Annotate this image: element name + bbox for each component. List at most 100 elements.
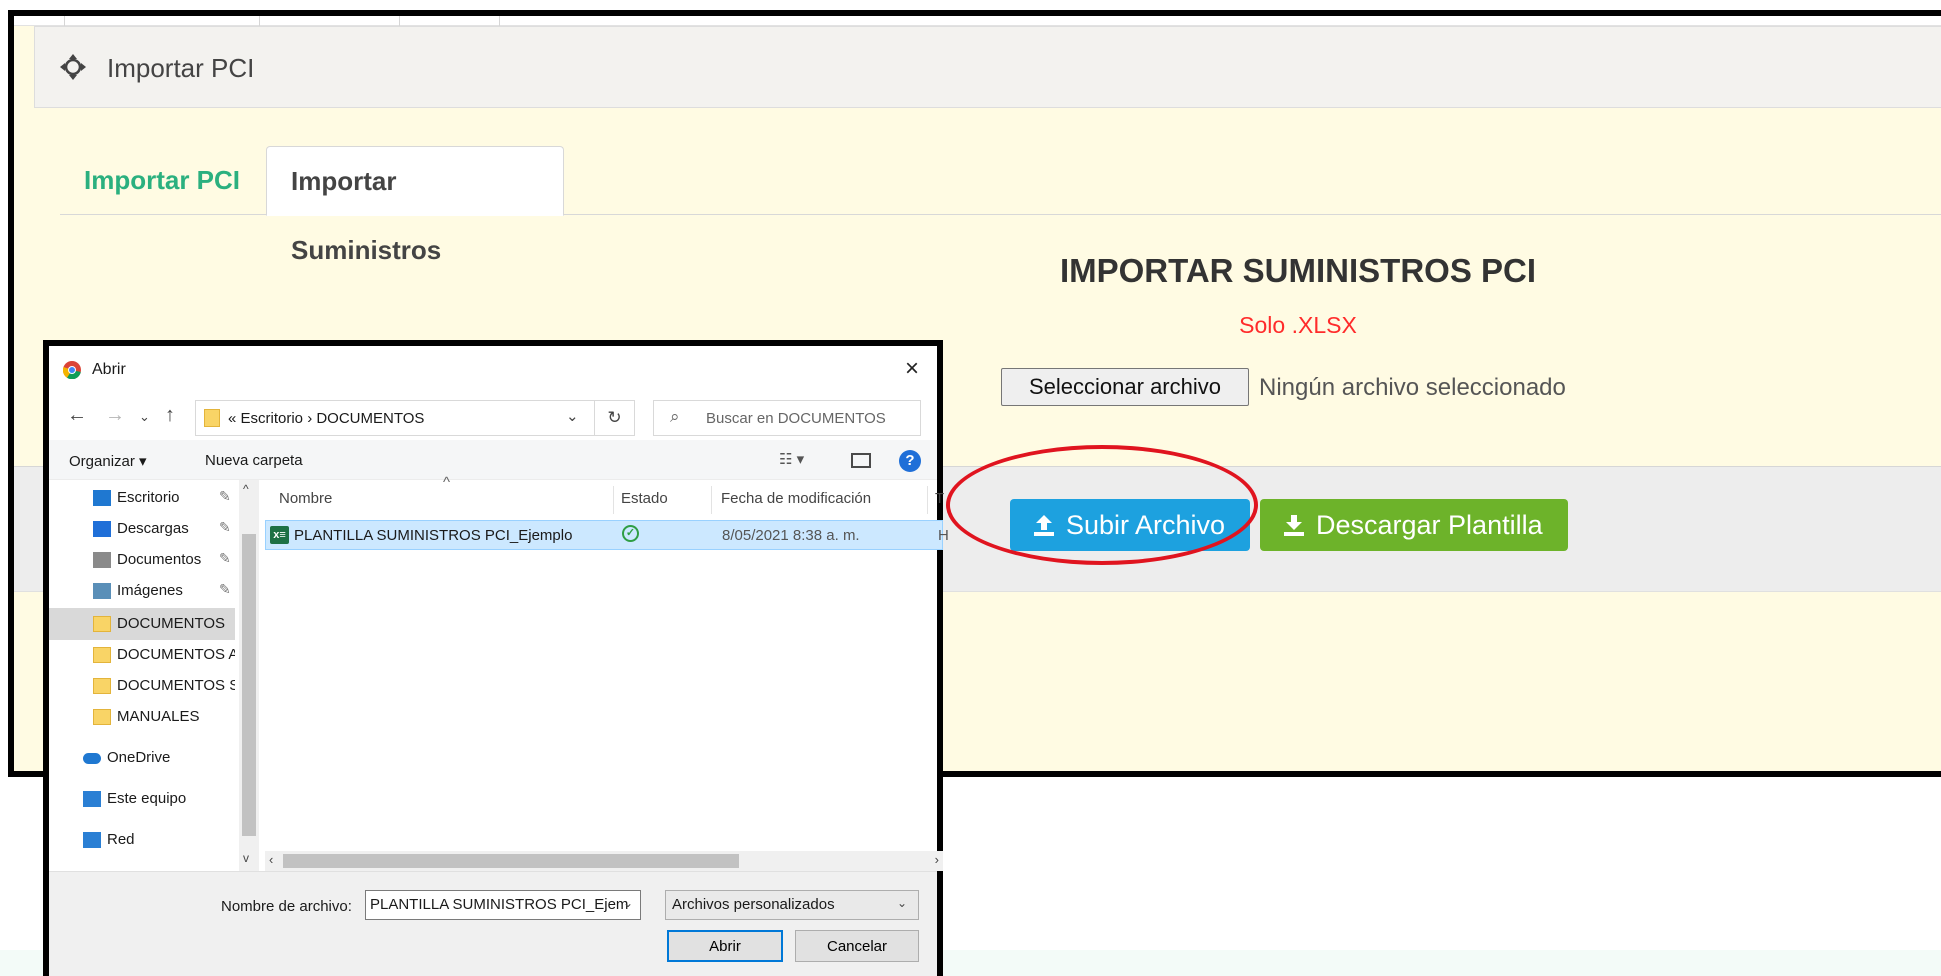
dialog-nav-row: ← → ⌄ ↑ « Escritorio › DOCUMENTOS ⌄ ↻ ⌕ …: [49, 392, 937, 440]
nav-item[interactable]: Red: [49, 824, 235, 856]
nav-item-label: Imágenes: [117, 582, 183, 599]
nav-item[interactable]: Imágenes ✎: [49, 575, 235, 607]
nav-item-label: DOCUMENTOS: [117, 615, 226, 632]
tab-importar-suministros[interactable]: Importar Suministros: [266, 146, 564, 265]
navigation-pane: Escritorio ✎ Descargas ✎ Documentos ✎ Imágenes…: [49, 480, 259, 871]
column-header-name[interactable]: Nombre: [279, 490, 332, 507]
tab-importar-pci[interactable]: Importar PCI: [60, 146, 266, 215]
filename-label: Nombre de archivo:: [221, 898, 352, 915]
vertical-scrollbar[interactable]: ^ v: [239, 480, 259, 871]
open-button[interactable]: Abrir: [667, 930, 783, 962]
up-arrow-icon[interactable]: ↑: [165, 404, 175, 427]
folder-icon: [93, 678, 111, 694]
highlight-annotation: [946, 445, 1258, 565]
scrollbar-thumb[interactable]: [242, 534, 256, 836]
nav-item-label: Descargas: [117, 520, 189, 537]
nav-item-label: Este equipo: [107, 790, 187, 807]
file-format-note: Solo .XLSX: [1239, 312, 1357, 338]
filetype-select[interactable]: Archivos personalizados: [665, 890, 919, 920]
address-bar[interactable]: « Escritorio › DOCUMENTOS ⌄: [195, 400, 595, 436]
folder-icon: [93, 709, 111, 725]
import-title: IMPORTAR SUMINISTROS PCI: [1059, 252, 1537, 289]
folder-icon: [93, 616, 111, 632]
pin-icon: ✎: [219, 581, 231, 597]
file-status-text: Ningún archivo seleccionado: [1259, 374, 1566, 401]
scroll-left-icon[interactable]: ‹: [269, 852, 273, 867]
view-options-icon[interactable]: ☷ ▾: [779, 450, 804, 468]
nav-item[interactable]: Este equipo: [49, 783, 235, 815]
excel-file-icon: x≡: [270, 526, 289, 544]
nav-item[interactable]: Escritorio ✎: [49, 482, 235, 514]
nav-item-label: DOCUMENTOS S: [117, 677, 235, 694]
pin-icon: ✎: [219, 550, 231, 566]
crosshair-move-icon: [60, 54, 86, 80]
sort-ascending-icon: ^: [443, 474, 451, 491]
nav-item[interactable]: DOCUMENTOS S: [49, 670, 235, 702]
download-icon: [1284, 515, 1304, 536]
download-arrow-icon: [93, 521, 111, 537]
nav-item-label: DOCUMENTOS A: [117, 646, 235, 663]
select-file-button[interactable]: Seleccionar archivo: [1001, 368, 1249, 406]
chrome-icon: [63, 361, 81, 379]
download-template-button[interactable]: Descargar Plantilla: [1260, 499, 1568, 551]
dialog-toolbar: Organizar ▾ Nueva carpeta ☷ ▾ ?: [49, 440, 937, 480]
network-icon: [83, 832, 101, 848]
nav-item-label: Documentos: [117, 551, 202, 568]
preview-pane-icon[interactable]: [851, 453, 871, 468]
file-list-header: ^ Nombre Estado Fecha de modificación T: [265, 474, 944, 516]
chevron-down-icon[interactable]: ⌄: [897, 896, 907, 910]
column-header-state[interactable]: Estado: [621, 490, 668, 507]
scroll-down-icon[interactable]: v: [243, 851, 249, 865]
chevron-down-icon[interactable]: ⌄: [139, 409, 150, 425]
scroll-up-icon[interactable]: ^: [243, 482, 249, 496]
close-icon[interactable]: ×: [897, 356, 927, 382]
breadcrumb: « Escritorio › DOCUMENTOS: [228, 410, 425, 427]
search-icon: ⌕: [670, 407, 680, 426]
file-open-dialog: Abrir × ← → ⌄ ↑ « Escritorio › DOCUMENTO…: [43, 340, 949, 976]
cloud-icon: [83, 753, 101, 764]
nav-item-label: OneDrive: [107, 749, 171, 766]
column-header-type[interactable]: T: [935, 490, 944, 507]
nav-item[interactable]: OneDrive: [49, 742, 235, 774]
image-icon: [93, 583, 111, 599]
nav-item-label: MANUALES: [117, 708, 200, 725]
horizontal-scrollbar[interactable]: ‹ ›: [265, 851, 943, 871]
download-button-label: Descargar Plantilla: [1316, 510, 1543, 540]
document-icon: [93, 552, 111, 568]
file-type-truncated: H: [938, 527, 949, 544]
cancel-button[interactable]: Cancelar: [795, 930, 919, 962]
column-header-modified[interactable]: Fecha de modificación: [721, 490, 871, 507]
organize-menu-button[interactable]: Organizar ▾: [69, 452, 147, 470]
nav-item[interactable]: DOCUMENTOS A: [49, 639, 235, 671]
folder-icon: [204, 409, 220, 427]
chevron-down-icon[interactable]: ⌄: [566, 407, 579, 425]
new-folder-button[interactable]: Nueva carpeta: [205, 452, 303, 469]
dialog-titlebar: Abrir ×: [49, 346, 937, 392]
back-arrow-icon[interactable]: ←: [67, 404, 87, 427]
tab-bar: Importar PCI Importar Suministros: [60, 146, 1941, 265]
scrollbar-thumb[interactable]: [283, 854, 739, 868]
file-modified-date: 8/05/2021 8:38 a. m.: [722, 527, 860, 544]
nav-item[interactable]: Documentos ✎: [49, 544, 235, 576]
computer-icon: [83, 791, 101, 807]
nav-item[interactable]: DOCUMENTOS: [49, 608, 235, 640]
dialog-title: Abrir: [92, 361, 126, 378]
search-placeholder: Buscar en DOCUMENTOS: [706, 410, 886, 427]
panel-title: Importar PCI: [107, 53, 255, 83]
forward-arrow-icon[interactable]: →: [105, 404, 125, 427]
nav-item[interactable]: Descargas ✎: [49, 513, 235, 545]
nav-item-label: Red: [107, 831, 135, 848]
search-input[interactable]: ⌕ Buscar en DOCUMENTOS: [653, 400, 921, 436]
refresh-icon[interactable]: ↻: [595, 400, 635, 436]
synced-check-icon: ✓: [622, 525, 639, 542]
pin-icon: ✎: [219, 519, 231, 535]
folder-icon: [93, 647, 111, 663]
file-name: PLANTILLA SUMINISTROS PCI_Ejemplo: [294, 527, 573, 544]
help-icon[interactable]: ?: [899, 450, 921, 472]
scroll-right-icon[interactable]: ›: [935, 852, 939, 867]
chevron-down-icon[interactable]: ⌄: [623, 896, 633, 910]
panel-header: Importar PCI: [34, 26, 1941, 108]
nav-item[interactable]: MANUALES: [49, 701, 235, 733]
filename-input[interactable]: PLANTILLA SUMINISTROS PCI_Ejem: [365, 890, 641, 920]
file-row[interactable]: x≡ PLANTILLA SUMINISTROS PCI_Ejemplo ✓ 8…: [265, 520, 949, 550]
